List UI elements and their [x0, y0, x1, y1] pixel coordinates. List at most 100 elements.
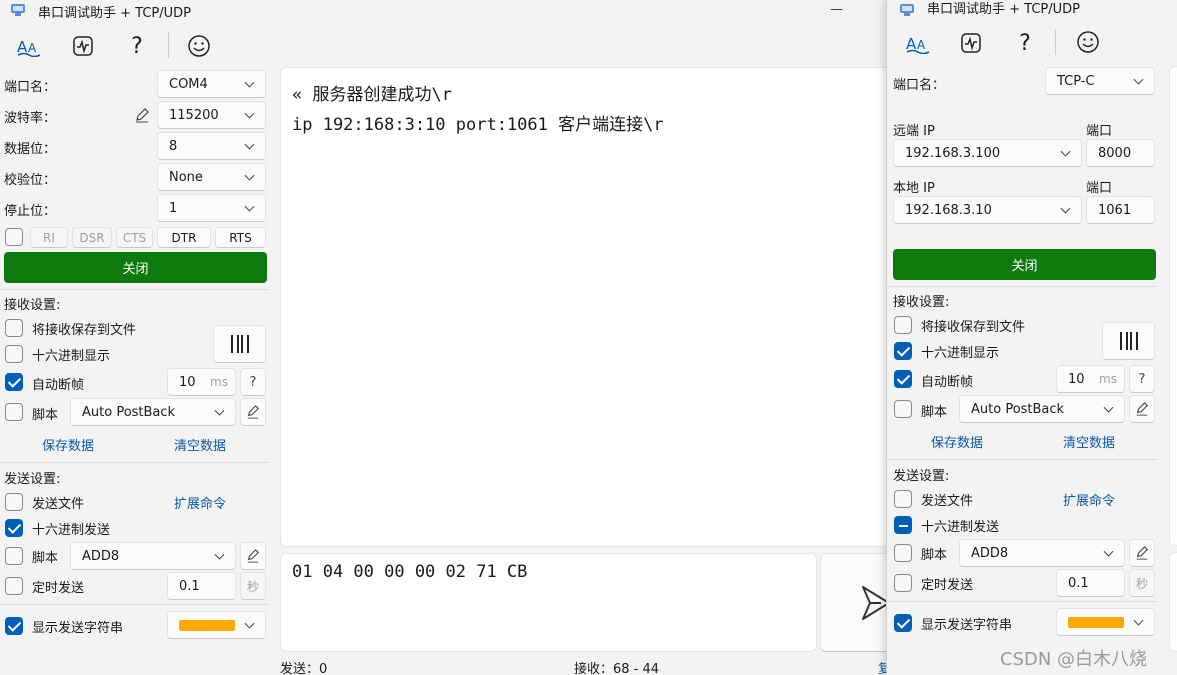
- parity-value: None: [169, 169, 203, 185]
- hex-send-checkbox[interactable]: [894, 516, 912, 534]
- ext-cmd-link[interactable]: 扩展命令: [1063, 490, 1115, 509]
- status-link[interactable]: 复: [878, 658, 886, 675]
- chevron-down-icon: [244, 170, 255, 181]
- receive-output[interactable]: « 服务器创建成功\r ip 192:168:3:10 port:1061 客户…: [280, 67, 886, 547]
- close-connection-button[interactable]: 关闭: [893, 249, 1156, 280]
- emoji-icon[interactable]: [1075, 29, 1101, 55]
- dtr-button[interactable]: DTR: [157, 227, 211, 248]
- color-select[interactable]: [1056, 608, 1155, 636]
- serial-window: 串口调试助手 + TCP/UDP — AA ? 端口名： COM4 波特率： 1…: [0, 0, 886, 675]
- send-script-edit-button[interactable]: [1129, 539, 1155, 567]
- clear-data-link[interactable]: 清空数据: [174, 435, 226, 454]
- hex-display-label: 十六进制显示: [32, 349, 111, 364]
- color-swatch: [179, 619, 235, 631]
- databits-label: 数据位：: [4, 142, 57, 157]
- pause-button[interactable]: [1102, 322, 1155, 360]
- auto-frame-checkbox[interactable]: [5, 373, 23, 391]
- frame-ms-input[interactable]: 10 ms: [1056, 365, 1125, 393]
- help-icon[interactable]: ?: [124, 33, 150, 59]
- timed-send-checkbox[interactable]: [5, 577, 23, 595]
- frame-help-button[interactable]: ?: [240, 368, 266, 396]
- remote-port-input[interactable]: 8000: [1086, 139, 1155, 167]
- send-script-select[interactable]: ADD8: [959, 539, 1125, 567]
- frame-ms-value: 10: [179, 374, 196, 390]
- save-to-file-label: 将接收保存到文件: [32, 323, 137, 338]
- show-send-checkbox[interactable]: [894, 614, 912, 632]
- auto-frame-checkbox[interactable]: [894, 370, 912, 388]
- minimize-button[interactable]: —: [830, 2, 843, 17]
- receive-script-edit-button[interactable]: [240, 398, 266, 426]
- send-icon: [862, 585, 886, 620]
- save-data-link[interactable]: 保存数据: [42, 435, 94, 454]
- waveform-icon[interactable]: [958, 30, 984, 56]
- pen-icon[interactable]: [134, 107, 150, 123]
- show-send-checkbox[interactable]: [5, 617, 23, 635]
- emoji-icon[interactable]: [186, 33, 212, 59]
- receive-script-select[interactable]: Auto PostBack: [959, 395, 1125, 423]
- chevron-down-icon: [1133, 74, 1144, 85]
- timed-unit: 秒: [1129, 569, 1155, 597]
- svg-text:A: A: [28, 41, 37, 55]
- window-title: 串口调试助手 + TCP/UDP: [38, 6, 191, 21]
- send-script-checkbox[interactable]: [894, 544, 912, 562]
- frame-help-button[interactable]: ?: [1129, 365, 1155, 393]
- send-file-checkbox[interactable]: [5, 493, 23, 511]
- databits-select[interactable]: 8: [157, 132, 266, 160]
- help-icon[interactable]: ?: [1012, 30, 1038, 56]
- hex-display-checkbox[interactable]: [894, 342, 912, 360]
- send-input[interactable]: 01 04 00 00 00 02 71 CB: [280, 553, 817, 652]
- send-file-label: 发送文件: [32, 497, 85, 512]
- font-icon[interactable]: AA: [905, 30, 931, 56]
- pause-icon: [230, 335, 249, 353]
- edit-icon: [247, 549, 260, 563]
- local-ip-select[interactable]: 192.168.3.10: [893, 196, 1082, 224]
- save-to-file-checkbox[interactable]: [894, 316, 912, 334]
- frame-ms-input[interactable]: 10 ms: [167, 368, 236, 396]
- parity-label: 校验位：: [4, 173, 57, 188]
- font-icon[interactable]: AA: [16, 33, 42, 59]
- title-bar: 串口调试助手 + TCP/UDP: [887, 0, 1177, 22]
- local-port-input[interactable]: 1061: [1086, 196, 1155, 224]
- local-ip-label: 本地 IP: [893, 181, 935, 196]
- rts-button[interactable]: RTS: [215, 227, 266, 248]
- timed-interval-input[interactable]: 0.1: [167, 572, 236, 600]
- timed-send-checkbox[interactable]: [894, 574, 912, 592]
- close-port-button[interactable]: 关闭: [4, 252, 267, 283]
- receive-script-value: Auto PostBack: [971, 401, 1065, 417]
- watermark: CSDN @白木八烧: [1000, 649, 1148, 670]
- save-to-file-checkbox[interactable]: [5, 319, 23, 337]
- timed-interval-input[interactable]: 0.1: [1056, 569, 1125, 597]
- receive-script-checkbox[interactable]: [5, 403, 23, 421]
- edit-icon: [1136, 402, 1149, 416]
- signal-checkbox[interactable]: [5, 228, 23, 246]
- port-value: COM4: [169, 76, 208, 92]
- clear-data-link[interactable]: 清空数据: [1063, 432, 1115, 451]
- frame-ms-value: 10: [1068, 371, 1085, 387]
- baud-select[interactable]: 115200: [157, 101, 266, 129]
- hex-display-checkbox[interactable]: [5, 345, 23, 363]
- receive-script-select[interactable]: Auto PostBack: [70, 398, 236, 426]
- receive-script-edit-button[interactable]: [1129, 395, 1155, 423]
- stopbits-select[interactable]: 1: [157, 194, 266, 222]
- send-file-checkbox[interactable]: [894, 490, 912, 508]
- tcp-port-select[interactable]: TCP-C: [1045, 67, 1155, 95]
- receive-script-checkbox[interactable]: [894, 400, 912, 418]
- send-script-checkbox[interactable]: [5, 547, 23, 565]
- send-script-edit-button[interactable]: [240, 542, 266, 570]
- tcp-port-value: TCP-C: [1057, 73, 1095, 89]
- pause-button[interactable]: [213, 325, 266, 363]
- remote-ip-select[interactable]: 192.168.3.100: [893, 139, 1082, 167]
- waveform-icon[interactable]: [70, 33, 96, 59]
- hex-send-checkbox[interactable]: [5, 519, 23, 537]
- chevron-down-icon: [1103, 402, 1114, 413]
- ext-cmd-link[interactable]: 扩展命令: [174, 493, 226, 512]
- parity-select[interactable]: None: [157, 163, 266, 191]
- color-select[interactable]: [167, 611, 266, 639]
- remote-ip-label: 远端 IP: [893, 124, 935, 139]
- port-select[interactable]: COM4: [157, 70, 266, 98]
- send-button[interactable]: [820, 553, 886, 652]
- send-script-select[interactable]: ADD8: [70, 542, 236, 570]
- save-data-link[interactable]: 保存数据: [931, 432, 983, 451]
- frame-ms-unit: ms: [1099, 372, 1117, 386]
- color-swatch: [1068, 616, 1124, 628]
